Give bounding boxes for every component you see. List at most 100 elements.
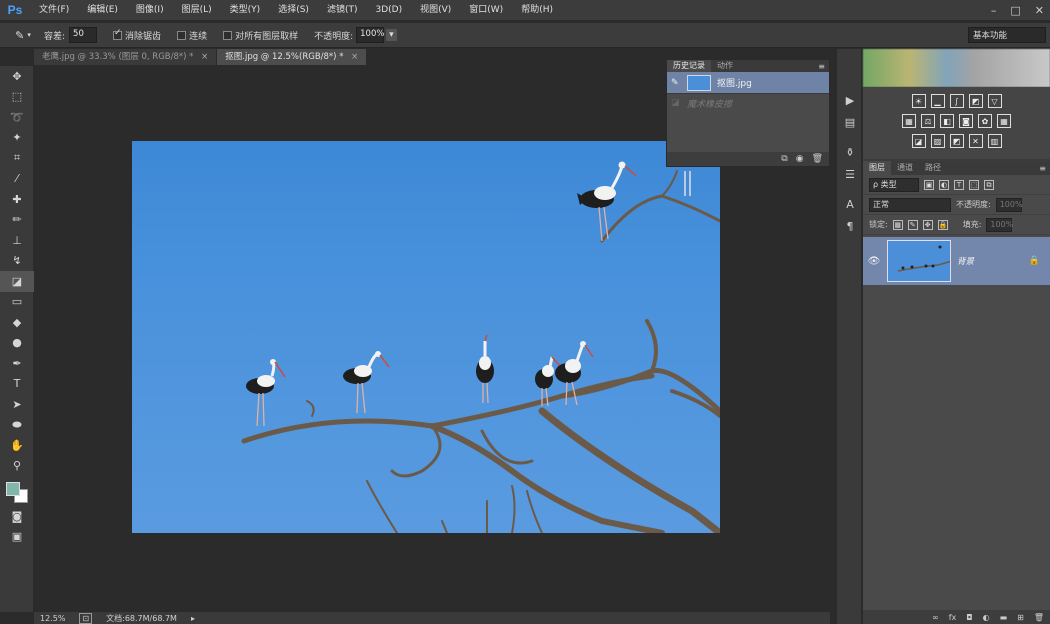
brightness-icon[interactable]: ☀ <box>911 94 926 108</box>
layer-filter-select[interactable]: ρ 类型 <box>869 177 919 192</box>
close-icon[interactable]: × <box>201 52 208 62</box>
black-white-icon[interactable]: ◧ <box>940 114 954 128</box>
layer-name[interactable]: 背景 <box>957 255 1023 267</box>
healing-brush-tool-icon[interactable]: ✚ <box>0 189 34 210</box>
levels-icon[interactable]: ▁ <box>930 94 945 108</box>
contiguous-group[interactable]: 连续 <box>177 29 207 42</box>
menu-image[interactable]: 图像(I) <box>127 0 173 20</box>
tool-presets-icon[interactable]: ⚱ <box>837 141 863 163</box>
history-brush-source-icon[interactable]: ✎ <box>671 78 681 88</box>
lock-pixels-icon[interactable]: ✎ <box>907 219 918 230</box>
threshold-icon[interactable]: ◩ <box>949 134 964 148</box>
tab-actions[interactable]: 动作 <box>711 60 739 72</box>
type-tool-icon[interactable]: T <box>0 374 34 395</box>
filter-shape-icon[interactable]: ⬚ <box>969 179 979 190</box>
marquee-tool-icon[interactable]: ⬚ <box>0 87 34 108</box>
invert-icon[interactable]: ◪ <box>911 134 926 148</box>
camera-icon[interactable]: ◉ <box>796 154 804 164</box>
menu-select[interactable]: 选择(S) <box>269 0 318 20</box>
history-snapshot[interactable]: ✎ 抠图.jpg <box>667 72 829 94</box>
opacity-input[interactable]: 100% <box>356 27 384 43</box>
channel-mixer-icon[interactable]: ✿ <box>978 114 992 128</box>
lock-all-icon[interactable]: 🔒 <box>937 219 948 230</box>
new-group-icon[interactable]: ▬ <box>1000 613 1008 622</box>
blur-tool-icon[interactable]: ◆ <box>0 312 34 333</box>
paragraph-icon[interactable]: ¶ <box>837 215 863 237</box>
magic-wand-tool-icon[interactable]: ✦ <box>0 128 34 149</box>
contiguous-checkbox[interactable] <box>177 30 187 40</box>
menu-3d[interactable]: 3D(D) <box>366 0 411 20</box>
selective-color-icon[interactable]: ✕ <box>968 134 983 148</box>
tab-history[interactable]: 历史记录 <box>667 60 711 72</box>
menu-window[interactable]: 窗口(W) <box>460 0 512 20</box>
history-brush-tool-icon[interactable]: ↯ <box>0 251 34 272</box>
menu-edit[interactable]: 编辑(E) <box>78 0 127 20</box>
path-selection-tool-icon[interactable]: ➤ <box>0 394 34 415</box>
quick-mask-icon[interactable]: ◙ <box>0 506 34 527</box>
workspace-select[interactable]: 基本功能 <box>968 27 1046 43</box>
shape-tool-icon[interactable]: ⬬ <box>0 415 34 436</box>
blend-mode-select[interactable]: 正常 <box>869 197 951 212</box>
layer-row-background[interactable]: 👁 背景 🔒 <box>863 237 1050 285</box>
color-balance-icon[interactable]: ⚖ <box>921 114 935 128</box>
tab-paths[interactable]: 路径 <box>919 161 947 175</box>
minimize-button[interactable]: – <box>991 4 997 17</box>
menu-layer[interactable]: 图层(L) <box>173 0 221 20</box>
curves-icon[interactable]: ∫ <box>949 94 964 108</box>
color-lookup-icon[interactable]: ▦ <box>997 114 1011 128</box>
maximize-button[interactable]: □ <box>1010 4 1020 17</box>
posterize-icon[interactable]: ▨ <box>930 134 945 148</box>
panel-menu-icon[interactable]: ≡ <box>1039 164 1046 173</box>
filter-adjustment-icon[interactable]: ◐ <box>939 179 949 190</box>
tool-preset-picker[interactable]: ✎ ▾ <box>8 26 38 44</box>
document-image[interactable] <box>132 141 720 533</box>
menu-view[interactable]: 视图(V) <box>411 0 460 20</box>
eyedropper-tool-icon[interactable]: ⁄ <box>0 169 34 190</box>
trash-icon[interactable]: 🗑 <box>1034 613 1044 622</box>
menu-file[interactable]: 文件(F) <box>30 0 78 20</box>
menu-filter[interactable]: 滤镜(T) <box>318 0 367 20</box>
status-menu-arrow-icon[interactable]: ▸ <box>191 614 195 623</box>
history-step[interactable]: ◪ 魔术橡皮擦 <box>667 94 829 112</box>
link-layers-icon[interactable]: ∞ <box>932 613 939 622</box>
sample-all-group[interactable]: 对所有图层取样 <box>223 29 298 42</box>
layer-opacity-input[interactable]: 100% <box>995 197 1023 212</box>
gradient-tool-icon[interactable]: ▭ <box>0 292 34 313</box>
photo-filter-icon[interactable]: ◙ <box>959 114 973 128</box>
play-icon[interactable]: ▶ <box>837 89 863 111</box>
brush-presets-icon[interactable]: ▤ <box>837 111 863 133</box>
clone-stamp-tool-icon[interactable]: ⊥ <box>0 230 34 251</box>
menu-help[interactable]: 帮助(H) <box>512 0 562 20</box>
character-icon[interactable]: A <box>837 193 863 215</box>
screen-mode-icon[interactable]: ▣ <box>0 527 34 548</box>
lock-transparent-icon[interactable]: ▦ <box>892 219 903 230</box>
hand-tool-icon[interactable]: ✋ <box>0 435 34 456</box>
filter-type-icon[interactable]: T <box>954 179 964 190</box>
trash-icon[interactable]: 🗑 <box>812 154 823 164</box>
foreground-color-swatch[interactable] <box>6 482 20 496</box>
lock-position-icon[interactable]: ✥ <box>922 219 933 230</box>
tab-eagle[interactable]: 老鹰.jpg @ 33.3% (图层 0, RGB/8*) * × <box>34 49 218 65</box>
adjustment-layer-icon[interactable]: ◐ <box>983 613 990 622</box>
add-mask-icon[interactable]: ◘ <box>966 613 972 622</box>
fx-icon[interactable]: fx <box>949 613 957 622</box>
sample-all-checkbox[interactable] <box>223 30 233 40</box>
close-button[interactable]: ✕ <box>1035 4 1044 17</box>
vibrance-icon[interactable]: ▽ <box>987 94 1002 108</box>
antialias-group[interactable]: 消除锯齿 <box>113 28 161 42</box>
lasso-tool-icon[interactable]: ➰ <box>0 107 34 128</box>
tab-channels[interactable]: 通道 <box>891 161 919 175</box>
menu-type[interactable]: 类型(Y) <box>221 0 270 20</box>
new-document-from-state-icon[interactable]: ⧉ <box>781 154 787 164</box>
adjustments-icon[interactable]: ☰ <box>837 163 863 185</box>
move-tool-icon[interactable]: ✥ <box>0 66 34 87</box>
tolerance-input[interactable]: 50 <box>69 27 98 43</box>
pen-tool-icon[interactable]: ✒ <box>0 353 34 374</box>
eye-icon[interactable]: 👁 <box>867 256 881 267</box>
eraser-tool-icon[interactable]: ◪ <box>0 271 34 292</box>
filter-smart-icon[interactable]: ⧉ <box>984 179 994 190</box>
hue-saturation-icon[interactable]: ▦ <box>902 114 916 128</box>
zoom-tool-icon[interactable]: ⚲ <box>0 456 34 477</box>
gradient-map-icon[interactable]: ▥ <box>987 134 1002 148</box>
new-layer-icon[interactable]: ⊞ <box>1017 613 1024 622</box>
